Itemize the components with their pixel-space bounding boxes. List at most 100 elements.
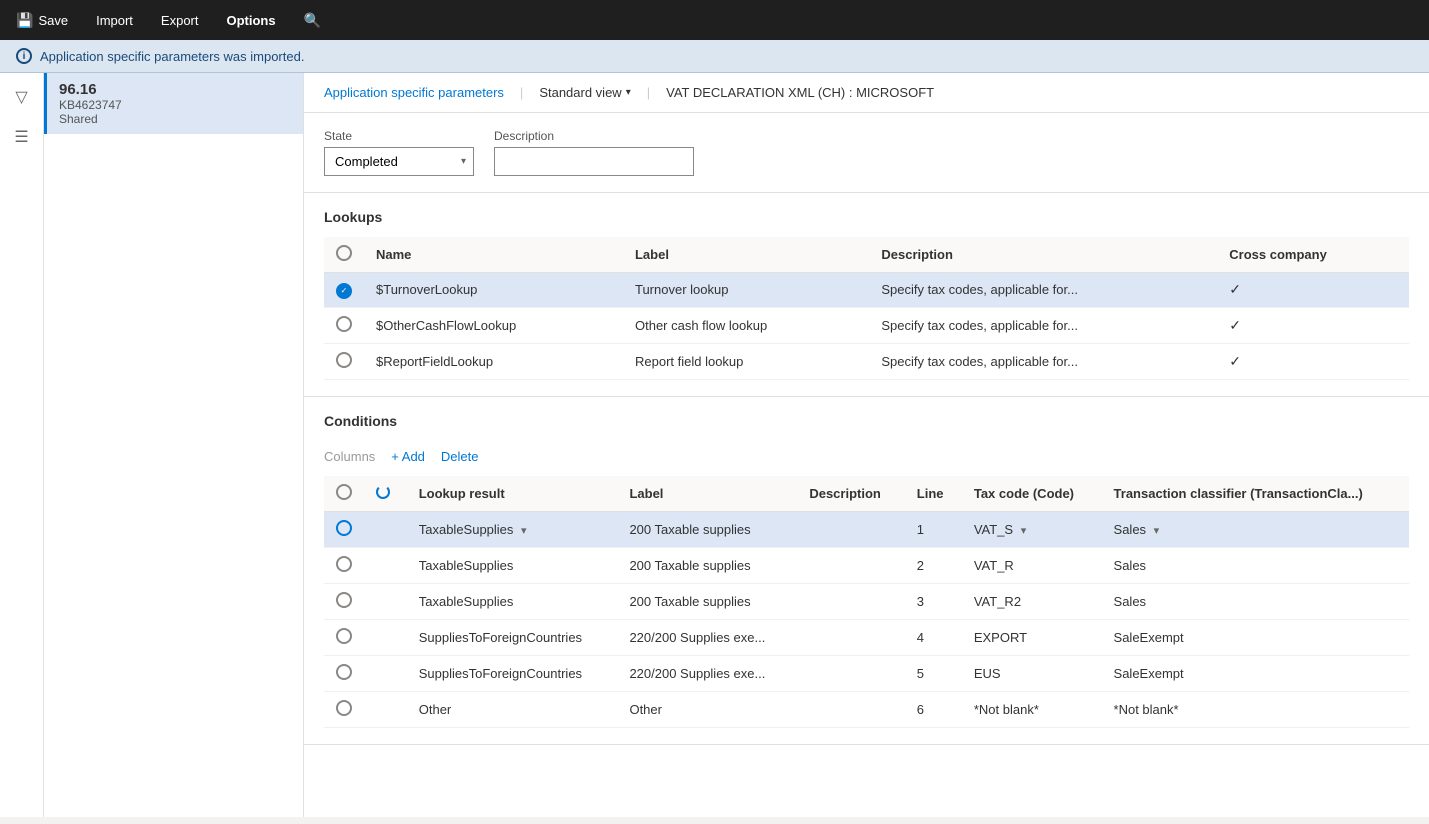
check-icon: ✓ [1229,317,1241,333]
delete-button[interactable]: Delete [441,449,479,464]
lookups-row-radio-2[interactable] [324,343,364,379]
conditions-row-transclass-0[interactable]: Sales ▾ [1102,511,1409,547]
lookups-row-crosscompany-0: ✓ [1217,273,1409,308]
add-button[interactable]: + Add [391,449,425,464]
version-label: 96.16 [59,81,291,98]
conditions-title: Conditions [324,413,1409,429]
radio-checked-icon: ✓ [336,283,352,299]
conditions-row-lookup-3: SuppliesToForeignCountries [407,619,618,655]
lookups-row-radio-0[interactable]: ✓ [324,273,364,308]
left-panel: 96.16 KB4623747 Shared [44,73,304,817]
conditions-row-lookup-2: TaxableSupplies [407,583,618,619]
conditions-row-radio-2[interactable] [324,583,364,619]
radio-selected-icon [336,520,352,536]
radio-unselected-icon [336,556,352,572]
lookups-row-radio-1[interactable] [324,307,364,343]
breadcrumb-link[interactable]: Application specific parameters [324,85,504,100]
lookup-result-dropdown-icon[interactable]: ▾ [517,524,531,537]
conditions-row-line-2: 3 [905,583,962,619]
import-button[interactable]: Import [92,13,137,28]
content-header: Application specific parameters | Standa… [304,73,1429,113]
conditions-row-refresh-5 [364,691,407,727]
state-select-wrapper: Completed Draft ▾ [324,147,474,176]
conditions-row-line-1: 2 [905,547,962,583]
left-panel-item[interactable]: 96.16 KB4623747 Shared [44,73,303,134]
lookups-table-row[interactable]: ✓ $TurnoverLookup Turnover lookup Specif… [324,273,1409,308]
save-button[interactable]: 💾 Save [12,12,72,29]
conditions-row-taxcode-5: *Not blank* [962,691,1102,727]
conditions-row-description-3 [797,619,904,655]
conditions-row-lookup-0[interactable]: TaxableSupplies ▾ [407,511,618,547]
lookups-name-header: Name [364,237,623,273]
lookups-label-header: Label [623,237,869,273]
description-label: Description [494,129,694,143]
transclass-dropdown-icon[interactable]: ▾ [1150,524,1164,537]
conditions-row-line-0: 1 [905,511,962,547]
filter-icon[interactable]: ▽ [6,81,38,113]
state-select[interactable]: Completed Draft [324,147,474,176]
breadcrumb-sep2: | [647,85,650,100]
refresh-icon[interactable] [376,485,390,499]
info-banner: i Application specific parameters was im… [0,40,1429,73]
lookups-row-description-0: Specify tax codes, applicable for... [869,273,1217,308]
conditions-toolbar: Columns + Add Delete [324,441,1409,476]
conditions-table-row[interactable]: TaxableSupplies ▾ 200 Taxable supplies 1… [324,511,1409,547]
view-label: Standard view [539,85,621,100]
lookups-select-all-radio[interactable] [336,245,352,261]
state-field-group: State Completed Draft ▾ [324,129,474,176]
conditions-table-row[interactable]: TaxableSupplies 200 Taxable supplies 2 V… [324,547,1409,583]
conditions-table-row[interactable]: TaxableSupplies 200 Taxable supplies 3 V… [324,583,1409,619]
conditions-row-transclass-1: Sales [1102,547,1409,583]
description-field-group: Description [494,129,694,176]
main-layout: ▽ ☰ 96.16 KB4623747 Shared Application s… [0,73,1429,817]
conditions-table: Lookup result Label Description Line Tax… [324,476,1409,728]
conditions-row-taxcode-2: VAT_R2 [962,583,1102,619]
conditions-row-description-5 [797,691,904,727]
conditions-section: Conditions Columns + Add Delete Lookup r… [304,397,1429,745]
lookups-table-row[interactable]: $OtherCashFlowLookup Other cash flow loo… [324,307,1409,343]
conditions-table-row[interactable]: SuppliesToForeignCountries 220/200 Suppl… [324,655,1409,691]
content-area: Application specific parameters | Standa… [304,73,1429,817]
lookups-row-crosscompany-2: ✓ [1217,343,1409,379]
view-selector[interactable]: Standard view ▾ [539,85,630,100]
radio-unselected-icon [336,592,352,608]
conditions-lookup-result-header: Lookup result [407,476,618,512]
breadcrumb-sep1: | [520,85,523,100]
conditions-row-lookup-4: SuppliesToForeignCountries [407,655,618,691]
conditions-row-transclass-3: SaleExempt [1102,619,1409,655]
conditions-table-row[interactable]: Other Other 6 *Not blank* *Not blank* [324,691,1409,727]
lookups-row-label-2: Report field lookup [623,343,869,379]
conditions-row-radio-0[interactable] [324,511,364,547]
taxcode-dropdown-icon[interactable]: ▾ [1017,524,1031,537]
shared-label: Shared [59,112,291,126]
conditions-row-label-3: 220/200 Supplies exe... [617,619,797,655]
conditions-row-radio-3[interactable] [324,619,364,655]
conditions-row-radio-4[interactable] [324,655,364,691]
lookups-title: Lookups [324,209,1409,225]
conditions-row-description-0 [797,511,904,547]
conditions-row-radio-1[interactable] [324,547,364,583]
conditions-row-refresh-4 [364,655,407,691]
conditions-table-row[interactable]: SuppliesToForeignCountries 220/200 Suppl… [324,619,1409,655]
lookups-description-header: Description [869,237,1217,273]
conditions-row-refresh-0 [364,511,407,547]
menu-icon[interactable]: ☰ [6,121,38,153]
vat-declaration-label: VAT DECLARATION XML (CH) : MICROSOFT [666,85,934,100]
description-input[interactable] [494,147,694,176]
conditions-row-label-0: 200 Taxable supplies [617,511,797,547]
options-button[interactable]: Options [223,13,280,28]
lookups-select-col-header [324,237,364,273]
search-button[interactable]: 🔍 [300,12,325,29]
conditions-row-description-2 [797,583,904,619]
conditions-row-label-1: 200 Taxable supplies [617,547,797,583]
export-button[interactable]: Export [157,13,203,28]
search-icon: 🔍 [304,12,321,29]
conditions-row-taxcode-0[interactable]: VAT_S ▾ [962,511,1102,547]
conditions-row-radio-5[interactable] [324,691,364,727]
columns-label: Columns [324,449,375,464]
radio-unselected-icon [336,700,352,716]
conditions-transclass-header: Transaction classifier (TransactionCla..… [1102,476,1409,512]
conditions-select-all-radio[interactable] [336,484,352,500]
conditions-row-taxcode-1: VAT_R [962,547,1102,583]
lookups-table-row[interactable]: $ReportFieldLookup Report field lookup S… [324,343,1409,379]
